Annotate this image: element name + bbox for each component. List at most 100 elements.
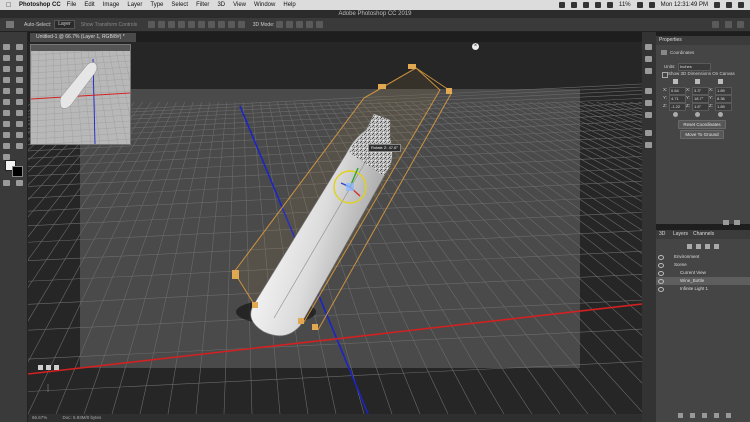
tab-3d[interactable]: 3D	[659, 230, 665, 239]
eraser-icon[interactable]	[3, 99, 10, 105]
eye-icon[interactable]	[658, 271, 664, 276]
pos-x-field[interactable]: 0.64	[669, 87, 686, 95]
search-icon[interactable]	[714, 2, 720, 8]
reset-coordinates-button[interactable]: Reset Coordinates	[678, 120, 726, 129]
quick-mask-icon[interactable]	[3, 180, 10, 186]
secondary-view[interactable]	[30, 44, 131, 145]
tools-options-icon[interactable]	[645, 130, 652, 136]
list-item[interactable]: Infinite Light 1	[656, 285, 750, 293]
adjustments-icon[interactable]	[645, 68, 652, 74]
align-right-icon[interactable]	[168, 21, 176, 28]
list-item[interactable]: Environment	[656, 253, 750, 261]
slide-3d-icon[interactable]	[305, 21, 313, 28]
pos-y-field[interactable]: 4.71	[669, 95, 686, 103]
list-item[interactable]: Scene	[656, 261, 750, 269]
pos-z-field[interactable]: -1.22	[669, 103, 686, 111]
distribute-2-icon[interactable]	[218, 21, 226, 28]
volume-icon[interactable]	[607, 2, 614, 8]
crop-tool-icon[interactable]	[3, 66, 10, 72]
filter-lights-icon[interactable]	[714, 244, 719, 249]
clock[interactable]: Mon 12:31:49 PM	[661, 2, 708, 8]
tab-channels[interactable]: Channels	[693, 230, 714, 239]
scale-y-field[interactable]: 8.36	[715, 95, 732, 103]
tab-layers[interactable]: Layers	[673, 230, 688, 239]
path-selection-icon[interactable]	[3, 132, 10, 138]
clone-stamp-icon[interactable]	[3, 88, 10, 94]
tab-properties[interactable]: Properties	[659, 36, 682, 45]
eye-icon[interactable]	[658, 263, 664, 268]
eyedropper-icon[interactable]	[16, 66, 23, 72]
axis-widget[interactable]	[38, 365, 59, 392]
filter-scene-icon[interactable]	[687, 244, 692, 249]
panel-delete-icon[interactable]	[734, 220, 740, 225]
healing-brush-icon[interactable]	[3, 77, 10, 83]
bluetooth-icon[interactable]	[583, 2, 590, 8]
battery-percent[interactable]: 11%	[619, 2, 631, 8]
wifi-icon[interactable]	[595, 2, 602, 8]
marquee-tool-icon[interactable]	[16, 44, 23, 50]
menu-view[interactable]: View	[233, 2, 246, 8]
auto-select-dropdown[interactable]: Layer	[54, 20, 75, 29]
move-to-ground-button[interactable]: Move To Ground	[680, 130, 724, 139]
distribute-4-icon[interactable]	[238, 21, 246, 28]
reset-rotation-icon[interactable]	[695, 112, 700, 117]
document-tab[interactable]: Untitled-1 @ 66.7% (Layer 1, RGB/8#) *	[30, 33, 136, 42]
scale-x-field[interactable]: 1.89	[715, 87, 732, 95]
rot-x-field[interactable]: 3.3°	[692, 87, 709, 95]
apple-icon[interactable]: 	[6, 2, 14, 9]
pan-3d-icon[interactable]	[295, 21, 303, 28]
delete-icon[interactable]	[726, 413, 731, 418]
flag-icon[interactable]	[648, 2, 655, 8]
paragraph-icon[interactable]	[645, 112, 652, 118]
distribute-3-icon[interactable]	[228, 21, 236, 28]
material-icon[interactable]	[702, 413, 707, 418]
lasso-tool-icon[interactable]	[3, 55, 10, 61]
filter-materials-icon[interactable]	[705, 244, 710, 249]
roll-3d-icon[interactable]	[285, 21, 293, 28]
menu-window[interactable]: Window	[254, 2, 275, 8]
foreground-color-swatch[interactable]	[12, 166, 23, 177]
reset-scale-icon[interactable]	[718, 112, 723, 117]
3d-panel-icon[interactable]	[645, 142, 652, 148]
hand-tool-icon[interactable]	[3, 143, 10, 149]
align-bottom-icon[interactable]	[198, 21, 206, 28]
time-machine-icon[interactable]	[571, 2, 578, 8]
menu-edit[interactable]: Edit	[84, 2, 94, 8]
align-top-icon[interactable]	[178, 21, 186, 28]
menu-help[interactable]: Help	[283, 2, 295, 8]
eye-icon[interactable]	[658, 255, 664, 260]
close-icon[interactable]: ×	[472, 43, 479, 50]
eye-icon[interactable]	[658, 287, 664, 292]
menu-layer[interactable]: Layer	[127, 2, 142, 8]
render-icon[interactable]	[690, 413, 695, 418]
dodge-tool-icon[interactable]	[16, 110, 23, 116]
move-tool-icon[interactable]	[6, 21, 14, 28]
scale-z-field[interactable]: 1.89	[715, 103, 732, 111]
menu-filter[interactable]: Filter	[196, 2, 209, 8]
menu-file[interactable]: File	[67, 2, 77, 8]
menu-select[interactable]: Select	[171, 2, 188, 8]
rectangle-tool-icon[interactable]	[16, 132, 23, 138]
battery-icon[interactable]	[636, 2, 643, 8]
brush-settings-icon[interactable]	[645, 56, 652, 62]
workspace-icon[interactable]	[724, 21, 732, 28]
brush-tool-icon[interactable]	[16, 77, 23, 83]
rot-z-field[interactable]: 1.6°	[692, 103, 709, 111]
properties-icon[interactable]	[645, 88, 652, 94]
gradient-tool-icon[interactable]	[16, 99, 23, 105]
move-tool-icon[interactable]	[3, 44, 10, 50]
type-tool-icon[interactable]	[16, 121, 23, 127]
document-canvas[interactable]: Rotate Z: 47.6° ×	[28, 42, 642, 414]
reset-position-icon[interactable]	[673, 112, 678, 117]
list-item[interactable]: Current View	[656, 269, 750, 277]
menu-list-icon[interactable]	[738, 2, 744, 8]
menu-3d[interactable]: 3D	[217, 2, 225, 8]
panel-new-icon[interactable]	[723, 220, 729, 225]
filter-meshes-icon[interactable]	[696, 244, 701, 249]
search-icon[interactable]	[712, 21, 719, 28]
zoom-tool-icon[interactable]	[16, 143, 23, 149]
units-select[interactable]: Inches	[678, 63, 711, 71]
align-middle-icon[interactable]	[188, 21, 196, 28]
zoom-level[interactable]: 66.67%	[32, 415, 47, 420]
character-icon[interactable]	[645, 100, 652, 106]
